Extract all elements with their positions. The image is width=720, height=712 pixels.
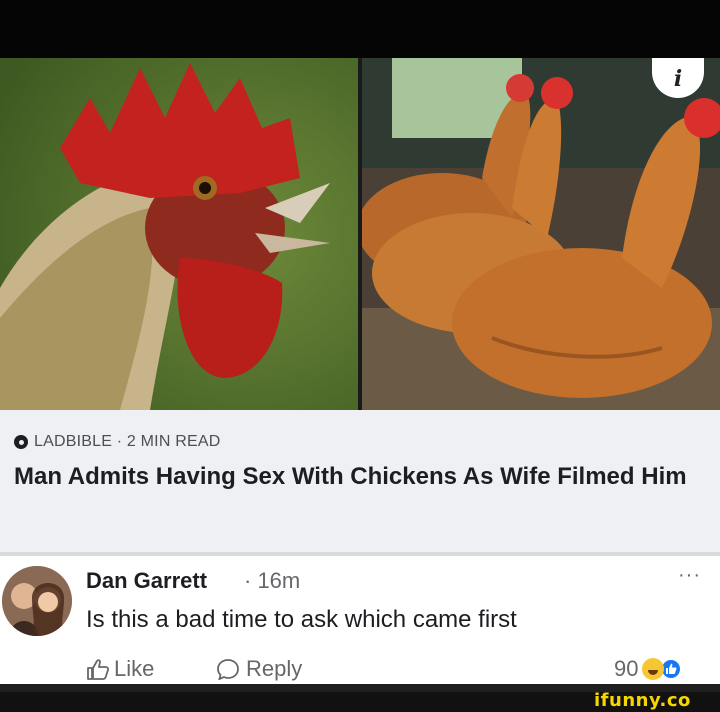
like-button[interactable]: Like xyxy=(86,656,154,682)
hens-photo xyxy=(362,58,720,410)
footer-bar: ifunny.co xyxy=(0,684,720,712)
haha-reaction-icon xyxy=(642,658,665,680)
comment-author[interactable]: Dan Garrett xyxy=(86,568,207,594)
comment-text: Is this a bad time to ask which came fir… xyxy=(86,606,517,633)
rooster-photo xyxy=(0,58,358,410)
thumbs-up-icon xyxy=(87,659,110,680)
avatar[interactable] xyxy=(2,566,72,636)
comment-actions: Like Reply 90 xyxy=(0,654,720,684)
reply-label: Reply xyxy=(246,656,303,681)
like-label: Like xyxy=(114,656,155,681)
reaction-count: 90 xyxy=(614,656,639,681)
source-row: LADBIBLE · 2 MIN READ xyxy=(14,432,220,452)
link-preview-card[interactable]: LADBIBLE · 2 MIN READ Man Admits Having … xyxy=(0,410,720,552)
source-label: LADBIBLE · 2 MIN READ xyxy=(34,433,221,450)
post-image[interactable]: i xyxy=(0,58,720,410)
comment: Dan Garrett · 16m ··· Is this a bad time… xyxy=(0,556,720,684)
reply-button[interactable]: Reply xyxy=(216,656,302,682)
source-icon xyxy=(14,435,28,449)
info-icon-glyph: i xyxy=(673,66,683,92)
comment-time[interactable]: · 16m xyxy=(244,568,300,594)
reaction-summary[interactable]: 90 xyxy=(614,656,683,682)
more-options-icon[interactable]: ··· xyxy=(678,564,701,587)
article-headline[interactable]: Man Admits Having Sex With Chickens As W… xyxy=(14,460,704,494)
watermark-logo: ifunny.co xyxy=(594,690,691,711)
top-black-bar xyxy=(0,0,720,58)
reply-bubble-icon xyxy=(217,659,239,680)
